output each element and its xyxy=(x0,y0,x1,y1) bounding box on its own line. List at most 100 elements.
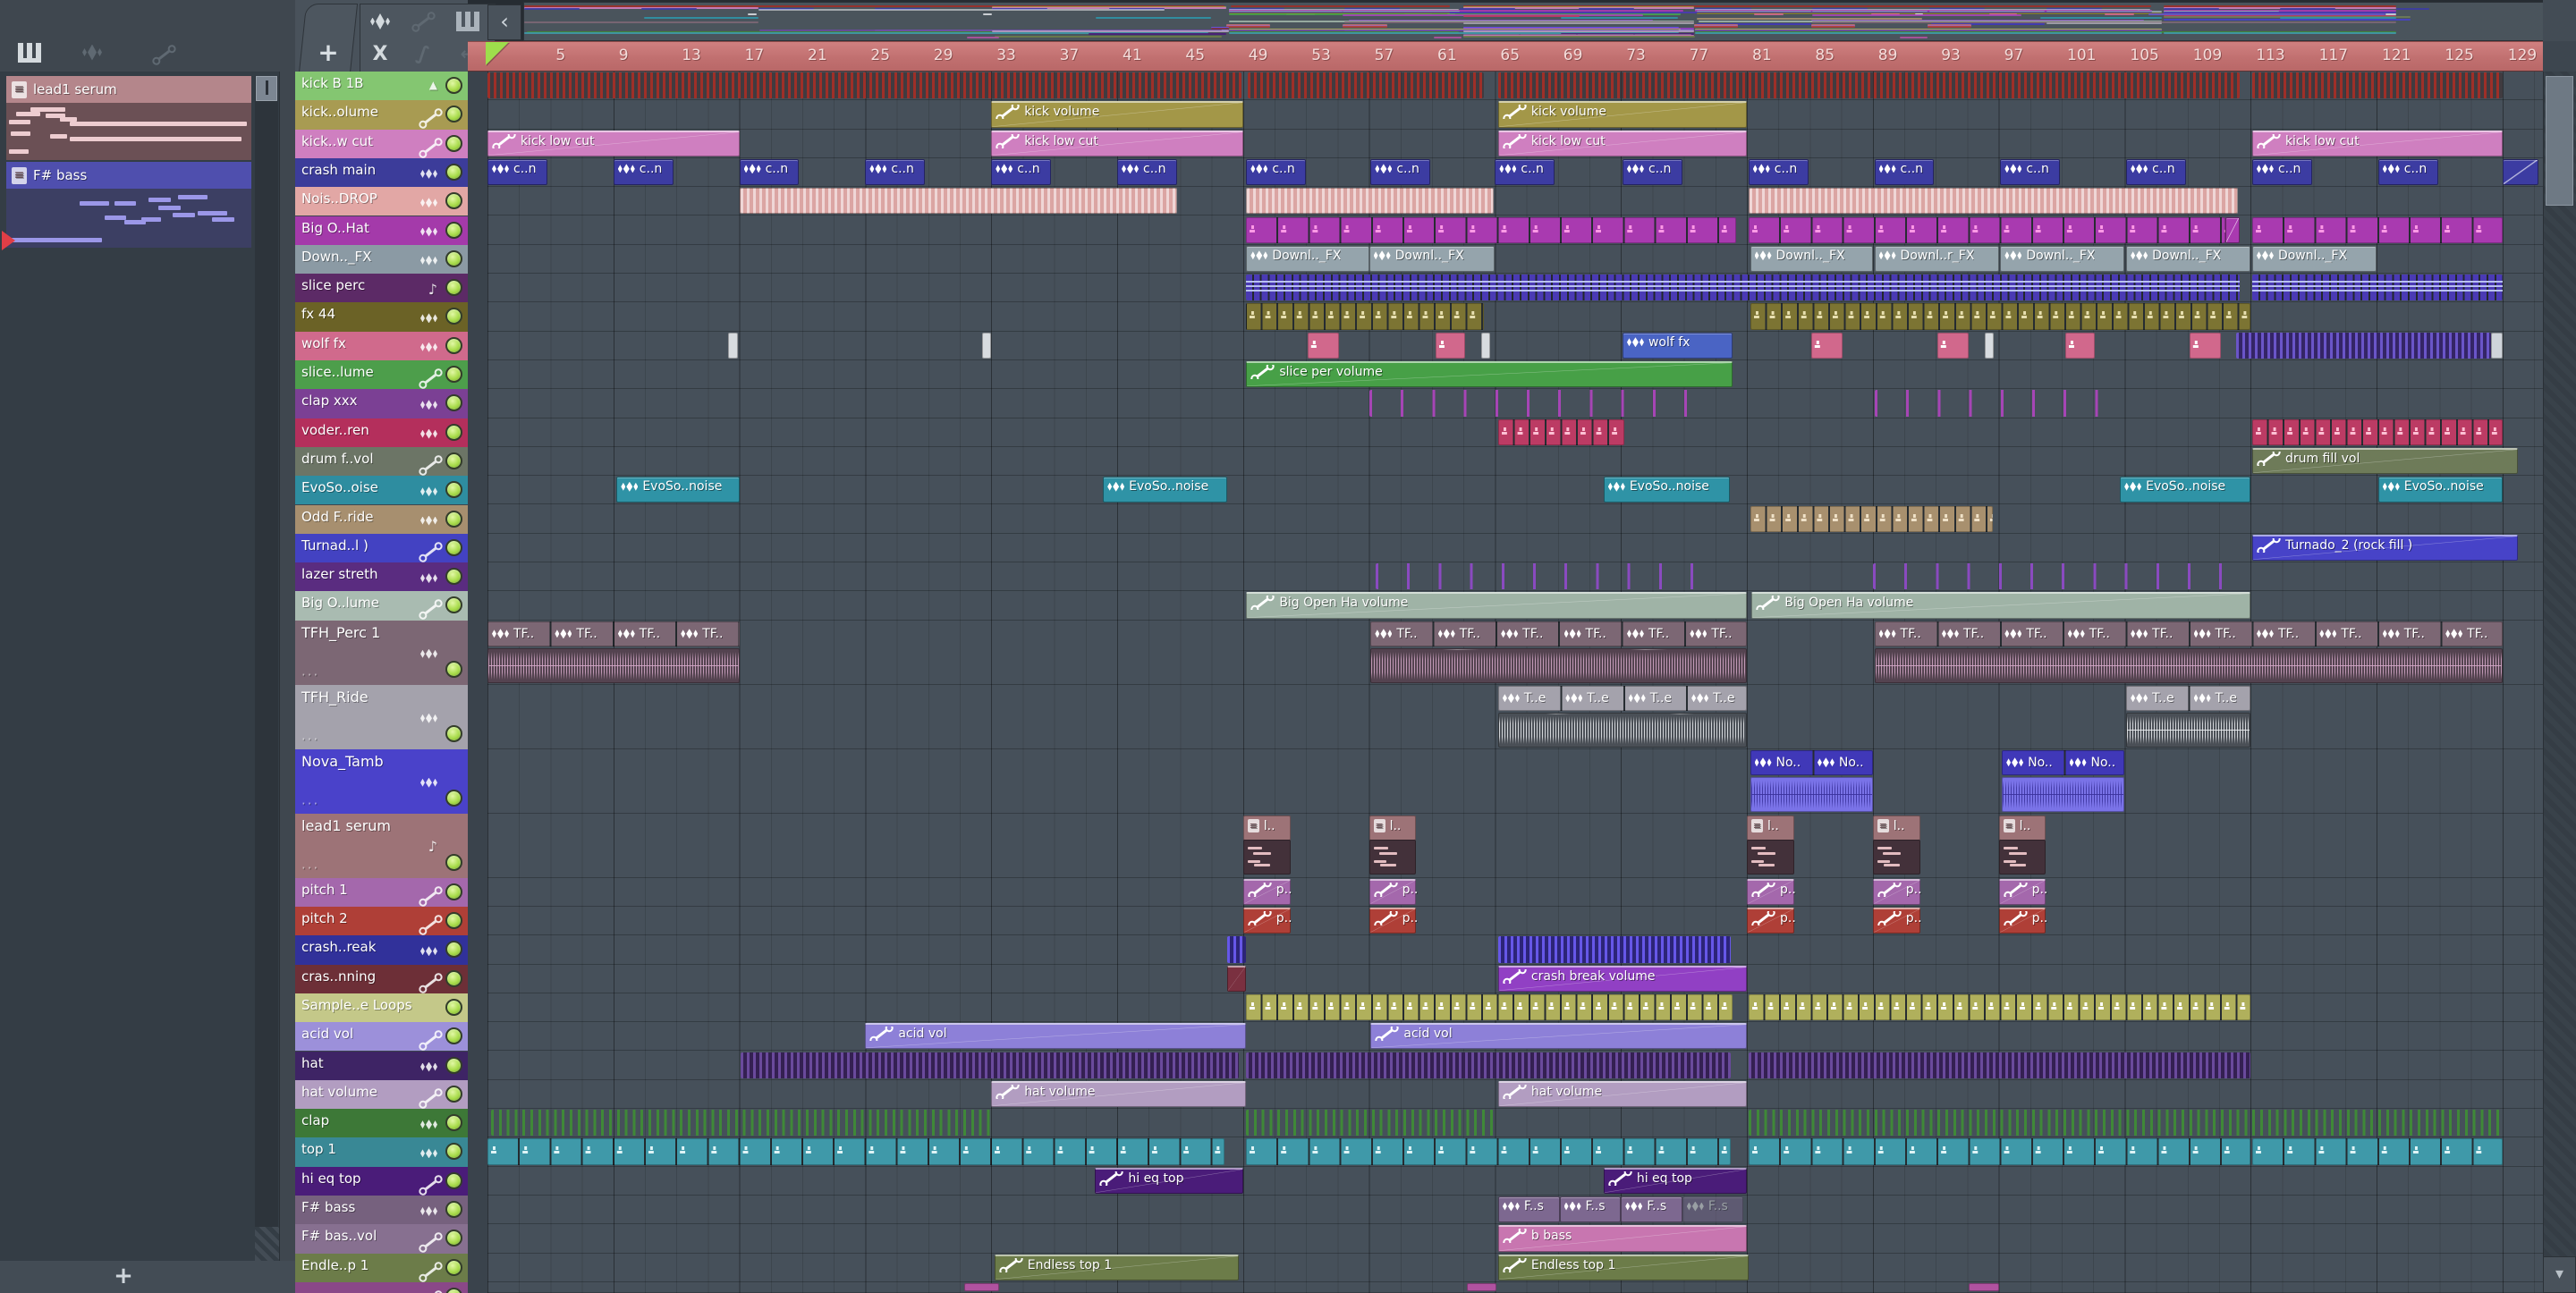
track-lane[interactable] xyxy=(487,1137,2543,1167)
track-lane[interactable] xyxy=(487,100,2543,130)
track-header-Endle..p-1[interactable]: Endle..p 1 xyxy=(295,1253,468,1282)
track-mute-led[interactable] xyxy=(445,1027,462,1045)
track-mute-led[interactable] xyxy=(445,1085,462,1103)
track-lane[interactable] xyxy=(487,216,2543,245)
track-header-clap[interactable]: clap xyxy=(295,1109,468,1138)
track-header-wolf-fx[interactable]: wolf fx xyxy=(295,331,468,360)
track-mute-led[interactable] xyxy=(445,423,462,441)
track-mute-led[interactable] xyxy=(445,249,462,267)
track-header-Down.._FX[interactable]: Down.._FX xyxy=(295,244,468,275)
track-mute-led[interactable] xyxy=(445,883,462,900)
track-header-partial[interactable] xyxy=(295,1281,468,1293)
picker-content[interactable] xyxy=(0,72,280,1261)
track-header-F#-bass[interactable]: F# bass xyxy=(295,1196,468,1225)
track-header-Big-O..lume[interactable]: Big O..lume xyxy=(295,591,468,621)
track-lane[interactable] xyxy=(487,685,2543,749)
track-lane[interactable] xyxy=(487,332,2543,360)
track-mute-led[interactable] xyxy=(445,969,462,987)
track-header-lead1-serum[interactable]: lead1 serum ♪ ··· xyxy=(295,813,468,878)
track-lane[interactable] xyxy=(487,302,2543,332)
track-header-Big-O..Hat[interactable]: Big O..Hat xyxy=(295,216,468,245)
picker-tab-automation[interactable] xyxy=(157,43,184,66)
track-header-slice-perc[interactable]: slice perc ♪ xyxy=(295,274,468,303)
track-lane[interactable] xyxy=(487,562,2543,592)
track-mute-led[interactable] xyxy=(445,77,462,94)
picker-tab-patterns[interactable] xyxy=(18,43,45,66)
track-header-kick..olume[interactable]: kick..olume xyxy=(295,100,468,130)
track-header-TFH_Ride[interactable]: TFH_Ride ··· xyxy=(295,684,468,749)
track-header-crash..reak[interactable]: crash..reak xyxy=(295,935,468,965)
track-mute-led[interactable] xyxy=(445,366,462,383)
track-lane[interactable] xyxy=(487,935,2543,965)
nav-back-button[interactable]: ‹ xyxy=(487,4,521,40)
track-header-Nova_Tamb[interactable]: Nova_Tamb ··· xyxy=(295,748,468,814)
track-lane[interactable] xyxy=(487,1109,2543,1138)
track-mute-led[interactable] xyxy=(445,941,462,959)
track-mute-led[interactable] xyxy=(445,1143,462,1161)
track-lane[interactable] xyxy=(487,418,2543,447)
track-header-cras..nning[interactable]: cras..nning xyxy=(295,964,468,993)
track-lane[interactable] xyxy=(487,389,2543,418)
track-mute-led[interactable] xyxy=(445,538,462,556)
track-lane[interactable] xyxy=(487,158,2543,188)
panel-resize-grip[interactable] xyxy=(255,1227,279,1261)
playlist-grid[interactable] xyxy=(487,72,2543,1293)
track-mute-led[interactable] xyxy=(445,192,462,210)
track-header-F#-bas..vol[interactable]: F# bas..vol xyxy=(295,1224,468,1254)
picker-scrollbar[interactable] xyxy=(255,76,278,1256)
track-mute-led[interactable] xyxy=(445,789,462,807)
track-header-hat[interactable]: hat xyxy=(295,1051,468,1080)
track-lane[interactable] xyxy=(487,274,2543,303)
track-mute-led[interactable] xyxy=(445,724,462,742)
track-mute-led[interactable] xyxy=(445,998,462,1016)
track-header-TFH_Perc-1[interactable]: TFH_Perc 1 ··· xyxy=(295,620,468,685)
track-header-crash-main[interactable]: crash main xyxy=(295,157,468,188)
track-mute-led[interactable] xyxy=(445,279,462,297)
audio-clip-source-icon[interactable] xyxy=(360,6,400,37)
track-header-hi-eq-top[interactable]: hi eq top xyxy=(295,1166,468,1196)
track-mute-led[interactable] xyxy=(445,568,462,586)
track-mute-led[interactable] xyxy=(445,912,462,929)
track-mute-led[interactable] xyxy=(445,660,462,678)
scroll-down-button[interactable]: ▾ xyxy=(2543,1256,2576,1293)
track-header-drum-f..vol[interactable]: drum f..vol xyxy=(295,446,468,477)
track-mute-led[interactable] xyxy=(445,1230,462,1247)
track-mute-led[interactable] xyxy=(445,134,462,152)
track-lane[interactable] xyxy=(487,187,2543,216)
track-lane[interactable] xyxy=(487,130,2543,158)
track-mute-led[interactable] xyxy=(445,481,462,499)
track-lane[interactable] xyxy=(487,878,2543,907)
pattern-source-icon[interactable] xyxy=(448,6,487,37)
track-header-kick..w-cut[interactable]: kick..w cut xyxy=(295,129,468,158)
track-mute-led[interactable] xyxy=(445,163,462,181)
track-lane[interactable] xyxy=(487,965,2543,993)
track-header-fx-44[interactable]: fx 44 xyxy=(295,302,468,332)
track-mute-led[interactable] xyxy=(445,221,462,239)
cut-tool-icon[interactable]: X xyxy=(360,38,400,69)
track-lane[interactable] xyxy=(487,447,2543,477)
track-header-voder..ren[interactable]: voder..ren xyxy=(295,418,468,447)
track-mute-led[interactable] xyxy=(445,1287,462,1293)
track-lane[interactable] xyxy=(487,907,2543,936)
track-lane[interactable] xyxy=(487,245,2543,275)
performance-tool-icon[interactable]: ∫ xyxy=(403,38,443,69)
track-mute-led[interactable] xyxy=(445,1171,462,1189)
track-header-clap-xxx[interactable]: clap xxx xyxy=(295,389,468,418)
track-lane[interactable] xyxy=(487,993,2543,1023)
track-lane[interactable] xyxy=(487,534,2543,563)
automation-source-icon[interactable] xyxy=(403,6,443,37)
picker-item-lead1-serum[interactable]: ≡ lead1 serum xyxy=(6,76,251,103)
track-lane[interactable] xyxy=(487,505,2543,534)
track-header-lazer-streth[interactable]: lazer streth xyxy=(295,562,468,592)
track-lane[interactable] xyxy=(487,1022,2543,1052)
track-mute-led[interactable] xyxy=(445,853,462,871)
track-header-Odd-F..ride[interactable]: Odd F..ride xyxy=(295,504,468,534)
track-mute-led[interactable] xyxy=(445,1201,462,1218)
picker-scrollbar-thumb[interactable] xyxy=(256,76,277,101)
track-lane[interactable] xyxy=(487,749,2543,814)
track-header-top-1[interactable]: top 1 xyxy=(295,1137,468,1167)
track-lane[interactable] xyxy=(487,591,2543,621)
track-mute-led[interactable] xyxy=(445,596,462,614)
track-mute-led[interactable] xyxy=(445,106,462,123)
track-lane[interactable] xyxy=(487,1167,2543,1196)
